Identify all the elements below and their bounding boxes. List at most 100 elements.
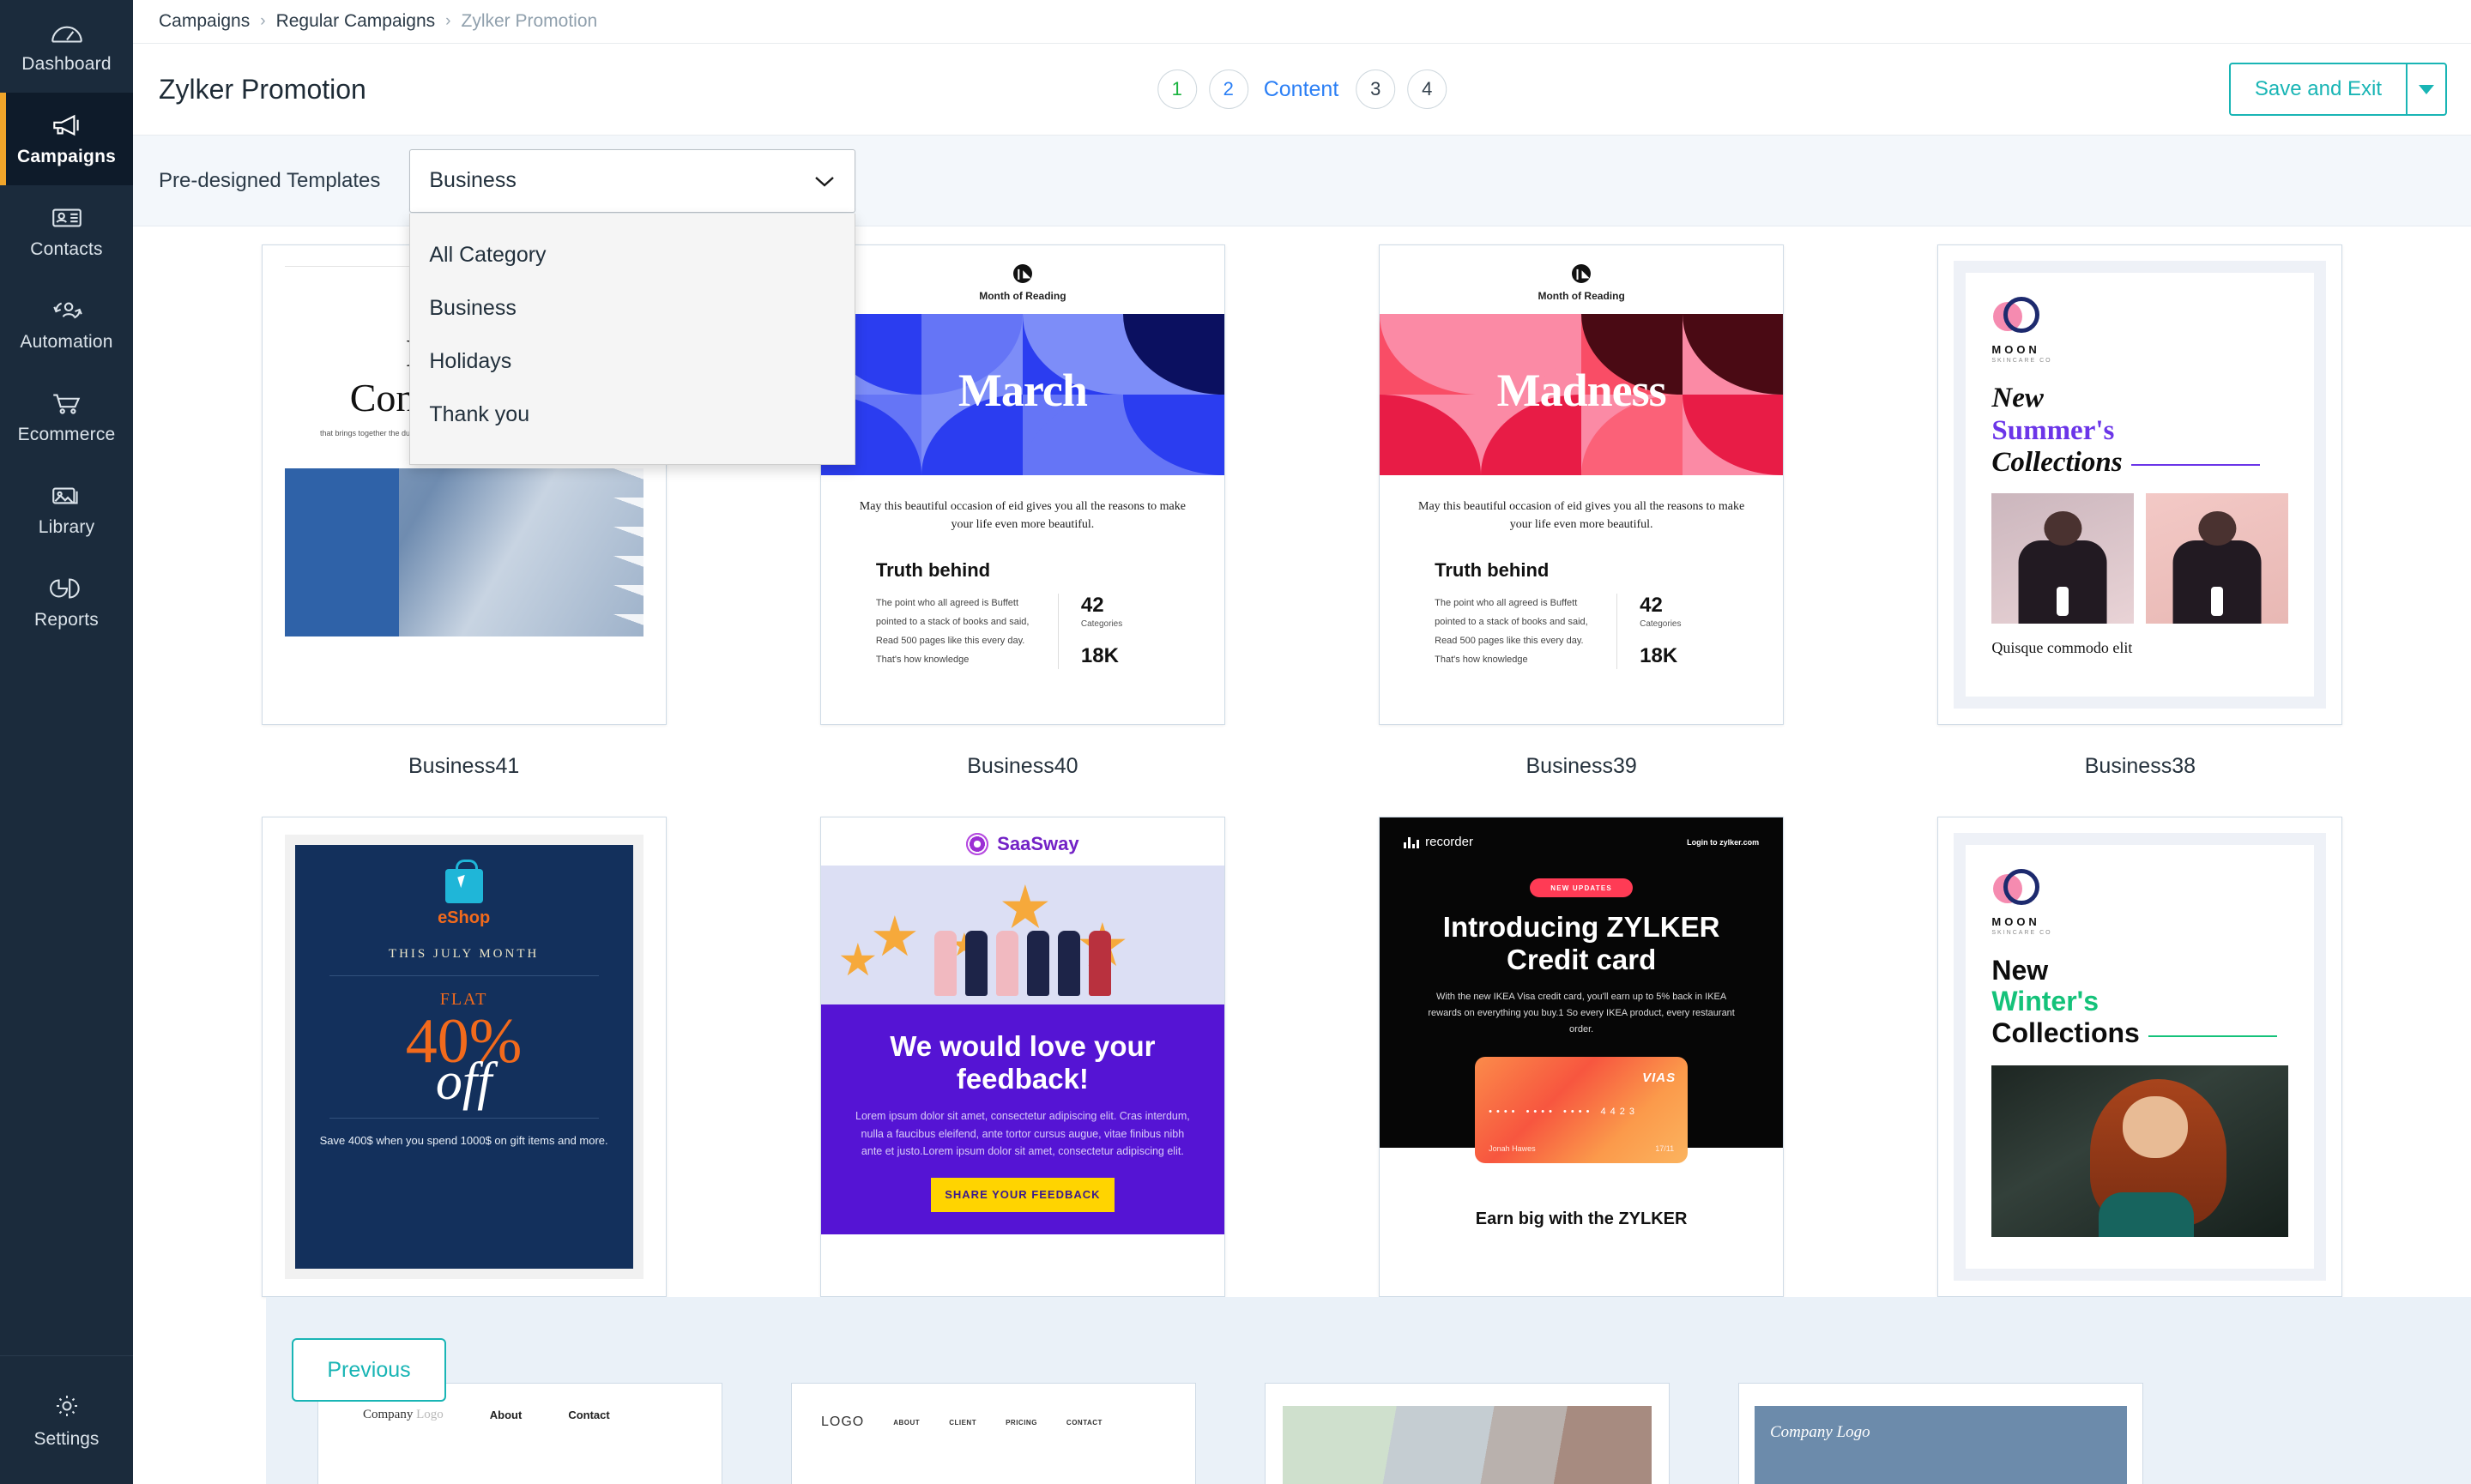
geometric-banner: March [821, 314, 1224, 475]
template-name: Business40 [967, 754, 1078, 779]
sidebar-item-ecommerce[interactable]: Ecommerce [0, 371, 133, 463]
sidebar-item-contacts[interactable]: Contacts [0, 185, 133, 278]
template-body: With the new IKEA Visa credit card, you'… [1426, 989, 1737, 1039]
save-options-dropdown-button[interactable] [2406, 63, 2447, 116]
template-nav-link[interactable]: About [490, 1409, 523, 1421]
hero-band: Company Logo [1755, 1406, 2127, 1484]
save-and-exit-button[interactable]: Save and Exit [2229, 63, 2406, 116]
template-line1: New [1991, 955, 2048, 986]
template-card-business36[interactable]: SaaSway [820, 817, 1225, 1297]
model-photo-left [1991, 493, 2134, 624]
template-nav-link[interactable]: ABOUT [893, 1419, 920, 1427]
template-preview: SaaSway [821, 817, 1224, 1296]
template-card-row3-4[interactable]: Company Logo [1738, 1383, 2143, 1484]
template-card-business40[interactable]: ❙◣ Month of Reading March [820, 244, 1225, 725]
share-feedback-button[interactable]: SHARE YOUR FEEDBACK [931, 1178, 1115, 1212]
image-library-icon [49, 481, 85, 510]
category-option-holidays[interactable]: Holidays [410, 335, 855, 389]
template-stat-label: Categories [1081, 619, 1169, 629]
template-card-row3-3[interactable] [1265, 1383, 1670, 1484]
template-preview: MOON SKINCARE CO New Summer's Collection… [1938, 245, 2341, 724]
pause-circle-icon: ❙◣ [1572, 264, 1591, 283]
template-nav-link[interactable]: CONTACT [1066, 1419, 1103, 1427]
template-stat-value: 42 [1081, 594, 1169, 618]
megaphone-icon [49, 111, 85, 140]
template-nav-link[interactable]: Contact [568, 1409, 609, 1421]
sidebar-item-label: Campaigns [17, 147, 116, 167]
template-preview: ❙◣ Month of Reading March [821, 245, 1224, 724]
step-3[interactable]: 3 [1356, 69, 1395, 109]
template-cell: ❙◣ Month of Reading Madnes [1302, 244, 1861, 817]
template-headline: We would love your feedback! [850, 1030, 1195, 1095]
template-card-business37[interactable]: eShop THIS JULY MONTH FLAT 40% off Save … [262, 817, 667, 1297]
template-name: Business41 [408, 754, 519, 779]
sidebar-item-label: Library [39, 517, 95, 538]
template-stat-value-2: 18K [1081, 644, 1169, 668]
category-option-thank-you[interactable]: Thank you [410, 389, 855, 442]
category-select[interactable]: Business [409, 149, 855, 213]
sidebar-item-automation[interactable]: Automation [0, 278, 133, 371]
category-select-value: Business [429, 168, 516, 193]
sidebar-item-library[interactable]: Library [0, 463, 133, 556]
template-line2: Winter's [1991, 986, 2099, 1016]
page-title: Zylker Promotion [159, 74, 366, 106]
category-option-business[interactable]: Business [410, 282, 855, 335]
template-caption: May this beautiful occasion of eid gives… [850, 498, 1195, 534]
category-option-all-category[interactable]: All Category [410, 229, 855, 282]
template-nav-link[interactable]: CLIENT [949, 1419, 976, 1427]
template-name: Business39 [1526, 754, 1637, 779]
step-indicator: 1 2 Content 3 4 [1157, 69, 1447, 109]
template-caption: Quisque commodo elit [1991, 639, 2288, 657]
template-body: The point who all agreed is Buffett poin… [876, 594, 1058, 669]
template-preview: recorder Login to zylker.com NEW UPDATES… [1380, 817, 1783, 1296]
chevron-down-icon [813, 174, 836, 188]
sidebar-item-campaigns[interactable]: Campaigns [0, 93, 133, 185]
template-off: off [295, 1061, 633, 1104]
template-body: Lorem ipsum dolor sit amet, consectetur … [850, 1107, 1195, 1161]
template-card-business34[interactable]: MOON SKINCARE CO New Winter's Collection… [1937, 817, 2342, 1297]
template-card-row3-2[interactable]: LOGO ABOUT CLIENT PRICING CONTACT [791, 1383, 1196, 1484]
template-preview: MOON SKINCARE CO New Winter's Collection… [1938, 817, 2341, 1296]
template-brand-sub: SKINCARE CO [1991, 930, 2288, 936]
moon-logo-icon [1991, 295, 2045, 340]
sidebar-item-settings[interactable]: Settings [0, 1355, 133, 1484]
automation-icon [49, 296, 85, 325]
template-card-business35[interactable]: recorder Login to zylker.com NEW UPDATES… [1379, 817, 1784, 1297]
sidebar-item-dashboard[interactable]: Dashboard [0, 0, 133, 93]
template-card-business38[interactable]: MOON SKINCARE CO New Summer's Collection… [1937, 244, 2342, 725]
breadcrumb-item-regular-campaigns[interactable]: Regular Campaigns [276, 11, 436, 32]
template-login-link[interactable]: Login to zylker.com [1687, 838, 1759, 847]
chevron-down-icon [2419, 85, 2434, 94]
shopping-bag-icon [445, 869, 483, 903]
template-preview: eShop THIS JULY MONTH FLAT 40% off Save … [263, 817, 666, 1296]
step-2[interactable]: 2 [1209, 69, 1248, 109]
template-stat-value-2: 18K [1640, 644, 1728, 668]
sidebar-item-label: Contacts [30, 239, 102, 260]
template-logo: Company [363, 1408, 413, 1421]
template-nav-link[interactable]: PRICING [1006, 1419, 1037, 1427]
step-1[interactable]: 1 [1157, 69, 1197, 109]
template-eyebrow: Month of Reading [1380, 290, 1783, 302]
dashboard-icon [49, 18, 85, 47]
breadcrumb-separator: › [260, 12, 265, 31]
breadcrumb-item-campaigns[interactable]: Campaigns [159, 11, 250, 32]
gear-icon [49, 1391, 85, 1421]
sidebar-item-reports[interactable]: Reports [0, 556, 133, 648]
template-preview: Company Logo [1739, 1406, 2142, 1484]
previous-button[interactable]: Previous [292, 1338, 446, 1402]
template-body: The point who all agreed is Buffett poin… [1435, 594, 1616, 669]
flower-logo-icon [966, 833, 988, 855]
card-holder: Jonah Hawes [1489, 1144, 1536, 1153]
step-4[interactable]: 4 [1407, 69, 1447, 109]
step-2-label[interactable]: Content [1264, 77, 1339, 102]
template-card-business39[interactable]: ❙◣ Month of Reading Madnes [1379, 244, 1784, 725]
template-cell: MOON SKINCARE CO New Summer's Collection… [1861, 244, 2420, 817]
footer-bar: Company Logo About Contact LOGO ABOUT CL… [266, 1297, 2471, 1484]
templates-grid-row3: Company Logo About Contact LOGO ABOUT CL… [317, 1383, 2212, 1484]
category-select-menu: All Category Business Holidays Thank you [409, 214, 855, 465]
breadcrumb-item-current: Zylker Promotion [462, 11, 598, 32]
templates-toolbar: Pre-designed Templates Business All Cate… [133, 136, 2471, 226]
card-expiry: 17/11 [1655, 1144, 1674, 1153]
template-line3: Collections [1991, 1017, 2139, 1048]
card-brand: VIAS [1642, 1071, 1676, 1085]
